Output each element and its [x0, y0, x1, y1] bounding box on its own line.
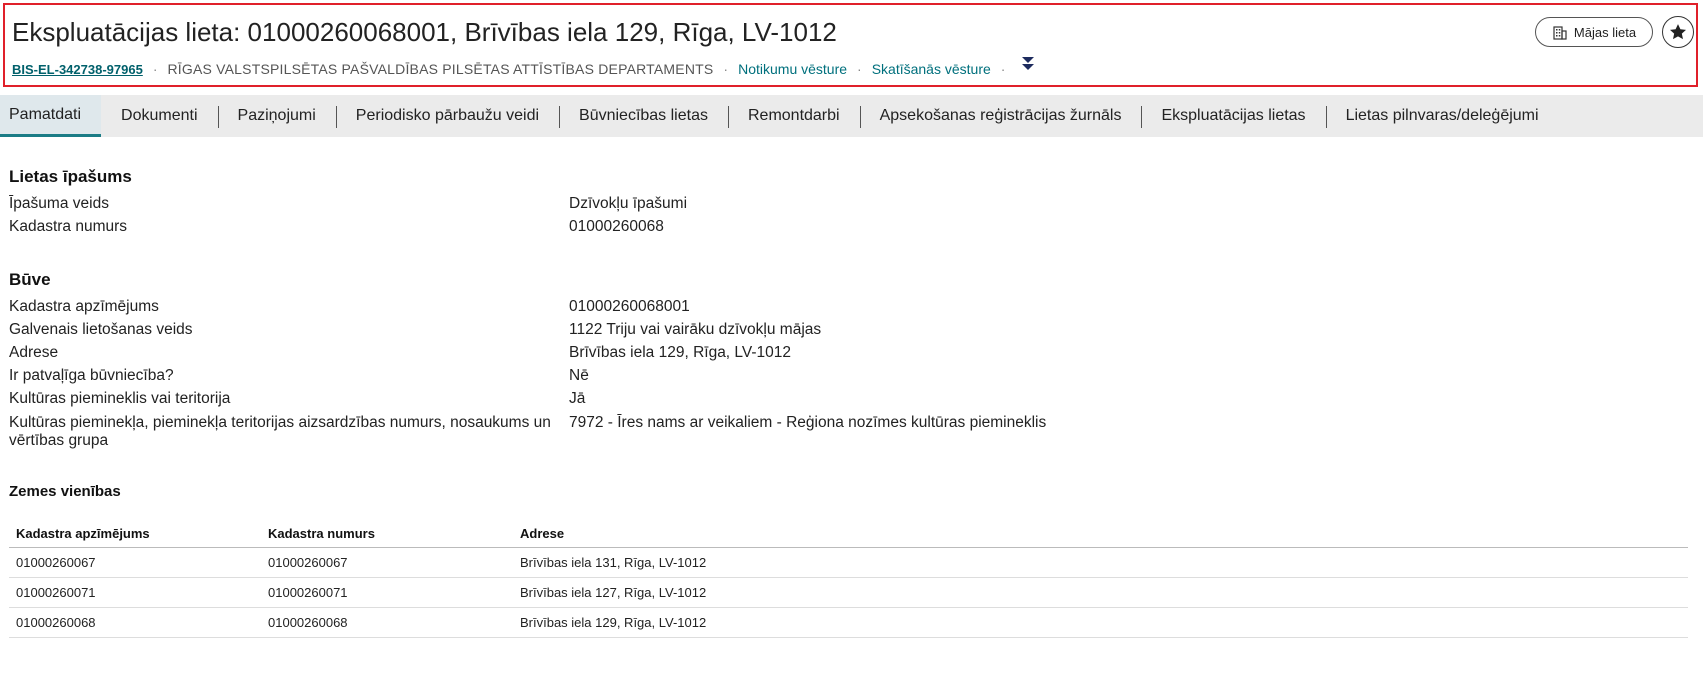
event-history-link[interactable]: Notikumu vēsture — [738, 61, 847, 77]
table-row[interactable]: 01000260071 01000260071 Brīvības iela 12… — [9, 577, 1688, 608]
favorite-button[interactable] — [1662, 16, 1694, 48]
double-chevron-down-icon[interactable] — [1021, 55, 1035, 75]
tab-case-authorizations[interactable]: Lietas pilnvaras/deleģējumi — [1325, 95, 1559, 137]
house-case-button[interactable]: Mājas lieta — [1535, 17, 1653, 47]
property-section-title: Lietas īpašums — [9, 167, 132, 186]
land-units-table: Kadastra apzīmējums Kadastra numurs Adre… — [9, 520, 1688, 638]
field-value: 1122 Triju vai vairāku dzīvokļu mājas — [569, 321, 822, 338]
table-cell: Brīvības iela 127, Rīga, LV-1012 — [513, 577, 1688, 608]
header-meta: BIS-EL-342738-97965 · RĪGAS VALSTSPILSĒT… — [12, 57, 1035, 79]
field-value: 01000260068 — [569, 218, 664, 235]
table-row[interactable]: 01000260067 01000260067 Brīvības iela 13… — [9, 547, 1688, 578]
tab-pamatdati[interactable]: Pamatdati — [0, 95, 102, 137]
building-row: Galvenais lietošanas veids 1122 Triju va… — [9, 321, 1109, 339]
house-case-button-label: Mājas lieta — [1573, 24, 1637, 40]
field-label: Kadastra apzīmējums — [9, 298, 159, 315]
field-value: 7972 - Īres nams ar veikaliem - Reģiona … — [569, 414, 1047, 431]
column-header[interactable]: Kadastra apzīmējums — [9, 520, 261, 548]
table-header-row: Kadastra apzīmējums Kadastra numurs Adre… — [9, 520, 1688, 548]
building-row: Kadastra apzīmējums 01000260068001 — [9, 298, 1109, 316]
field-value: Nē — [569, 367, 589, 384]
field-value: Dzīvokļu īpašumi — [569, 195, 688, 212]
field-label: Ir patvaļīga būvniecība? — [9, 367, 174, 384]
building-row: Kultūras piemineklis vai teritorija Jā — [9, 390, 1109, 408]
property-row: Kadastra numurs 01000260068 — [9, 218, 1109, 236]
building-section-title: Būve — [9, 270, 51, 289]
page-header: Ekspluatācijas lieta: 01000260068001, Br… — [3, 3, 1698, 87]
field-value: Brīvības iela 129, Rīga, LV-1012 — [569, 344, 792, 361]
table-cell: 01000260071 — [261, 577, 513, 608]
field-label: Kultūras piemineklis vai teritorija — [9, 390, 231, 407]
star-icon — [1670, 24, 1686, 40]
field-label: Galvenais lietošanas veids — [9, 321, 193, 338]
table-cell: 01000260068 — [261, 607, 513, 638]
tab-construction-cases[interactable]: Būvniecības lietas — [559, 95, 728, 137]
building-row: Ir patvaļīga būvniecība? Nē — [9, 367, 1109, 385]
column-header[interactable]: Adrese — [513, 520, 1688, 548]
field-label: Kultūras pieminekļa, pieminekļa teritori… — [9, 414, 551, 449]
table-row[interactable]: 01000260068 01000260068 Brīvības iela 12… — [9, 607, 1688, 638]
building-icon — [1553, 26, 1567, 40]
tab-inspection-log[interactable]: Apsekošanas reģistrācijas žurnāls — [859, 95, 1142, 137]
table-cell: 01000260068 — [9, 607, 261, 638]
table-cell: Brīvības iela 129, Rīga, LV-1012 — [513, 607, 1688, 638]
property-row: Īpašuma veids Dzīvokļu īpašumi — [9, 195, 1109, 213]
table-cell: 01000260067 — [261, 547, 513, 578]
page-title: Ekspluatācijas lieta: 01000260068001, Br… — [12, 17, 837, 47]
tab-operation-cases[interactable]: Ekspluatācijas lietas — [1141, 95, 1325, 137]
tab-repairs[interactable]: Remontdarbi — [727, 95, 860, 137]
tab-bar: Pamatdati Dokumenti Paziņojumi Periodisk… — [0, 95, 1703, 137]
view-history-link[interactable]: Skatīšanās vēsture — [872, 61, 991, 77]
separator: · — [1000, 61, 1006, 77]
field-value: 01000260068001 — [569, 298, 690, 315]
table-cell: 01000260067 — [9, 547, 261, 578]
tab-pazinojumi[interactable]: Paziņojumi — [217, 95, 336, 137]
tab-periodic-inspection-types[interactable]: Periodisko pārbaužu veidi — [335, 95, 559, 137]
field-label: Īpašuma veids — [9, 195, 109, 212]
field-label: Kadastra numurs — [9, 218, 128, 235]
field-label: Adrese — [9, 344, 59, 361]
land-units-title: Zemes vienības — [9, 483, 121, 500]
separator: · — [723, 61, 729, 77]
column-header[interactable]: Kadastra numurs — [261, 520, 513, 548]
separator: · — [857, 61, 862, 77]
table-cell: 01000260071 — [9, 577, 261, 608]
field-value: Jā — [569, 390, 586, 407]
building-row: Kultūras pieminekļa, pieminekļa teritori… — [9, 414, 1109, 450]
building-row: Adrese Brīvības iela 129, Rīga, LV-1012 — [9, 344, 1109, 362]
table-cell: Brīvības iela 131, Rīga, LV-1012 — [513, 547, 1688, 578]
tab-dokumenti[interactable]: Dokumenti — [101, 95, 217, 137]
separator: · — [152, 61, 158, 77]
department-name: RĪGAS VALSTSPILSĒTAS PAŠVALDĪBAS PILSĒTA… — [167, 61, 714, 77]
case-id-link[interactable]: BIS-EL-342738-97965 — [12, 62, 143, 77]
